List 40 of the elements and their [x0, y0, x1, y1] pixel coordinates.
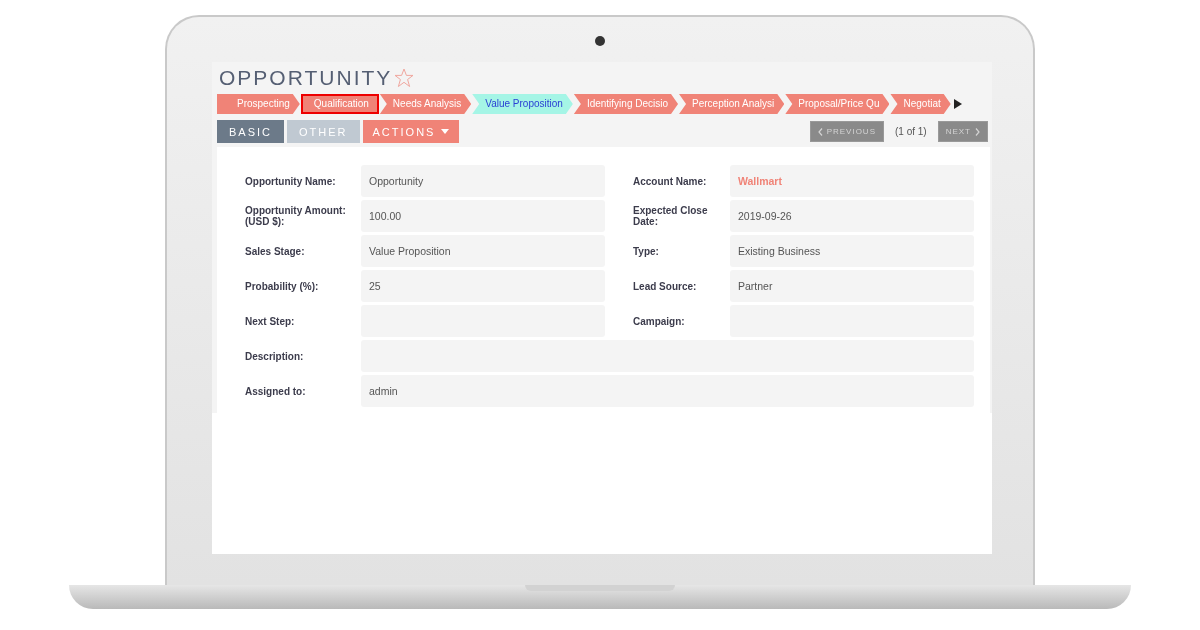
field-label: Assigned to:	[245, 384, 307, 399]
stage-step[interactable]: Perception Analysi	[679, 94, 785, 114]
field-value: 100.00	[361, 200, 605, 232]
field-label: Opportunity Amount: (USD $):	[245, 204, 347, 229]
field-label: Type:	[632, 244, 660, 259]
actions-button[interactable]: ACTIONS	[362, 120, 460, 143]
field-value: 2019-09-26	[730, 200, 974, 232]
field-label: Probability (%):	[245, 279, 320, 294]
stage-step[interactable]: Identifying Decisio	[573, 94, 679, 114]
caret-icon	[441, 129, 450, 134]
camera-dot	[595, 36, 605, 46]
stage-step[interactable]: Qualification	[300, 94, 379, 114]
stage-step[interactable]: Proposal/Price Qu	[785, 94, 890, 114]
field-value: Opportunity	[361, 165, 605, 197]
field-value: Value Proposition	[361, 235, 605, 267]
field-label: Next Step:	[245, 314, 296, 329]
field-label: Campaign:	[632, 314, 686, 329]
page-title: OPPORTUNITY	[219, 66, 393, 90]
scroll-right-icon[interactable]	[953, 99, 962, 109]
field-value: Existing Business	[730, 235, 974, 267]
stage-step[interactable]: Value Proposition	[472, 94, 573, 114]
stage-step[interactable]: Negotiat	[890, 94, 951, 114]
tab[interactable]: BASIC	[217, 120, 284, 143]
field-label: Account Name:	[632, 174, 708, 189]
page-position: (1 of 1)	[893, 126, 928, 137]
chevron-left-icon	[817, 127, 823, 136]
stage-step[interactable]: Prospecting	[217, 94, 300, 114]
chevron-right-icon	[975, 127, 980, 136]
field-value: 25	[361, 270, 605, 302]
stage-step[interactable]: Needs Analysis	[379, 94, 472, 114]
star-icon[interactable]	[394, 68, 415, 88]
field-value: admin	[361, 375, 974, 407]
field-label: Lead Source:	[632, 279, 698, 294]
tab[interactable]: OTHER	[287, 120, 360, 143]
field-value[interactable]: Wallmart	[730, 165, 974, 197]
field-label: Expected Close Date:	[632, 204, 709, 229]
field-label: Sales Stage:	[245, 244, 306, 259]
field-label: Description:	[245, 349, 305, 364]
field-value: Partner	[730, 270, 974, 302]
field-label: Opportunity Name:	[245, 174, 337, 189]
